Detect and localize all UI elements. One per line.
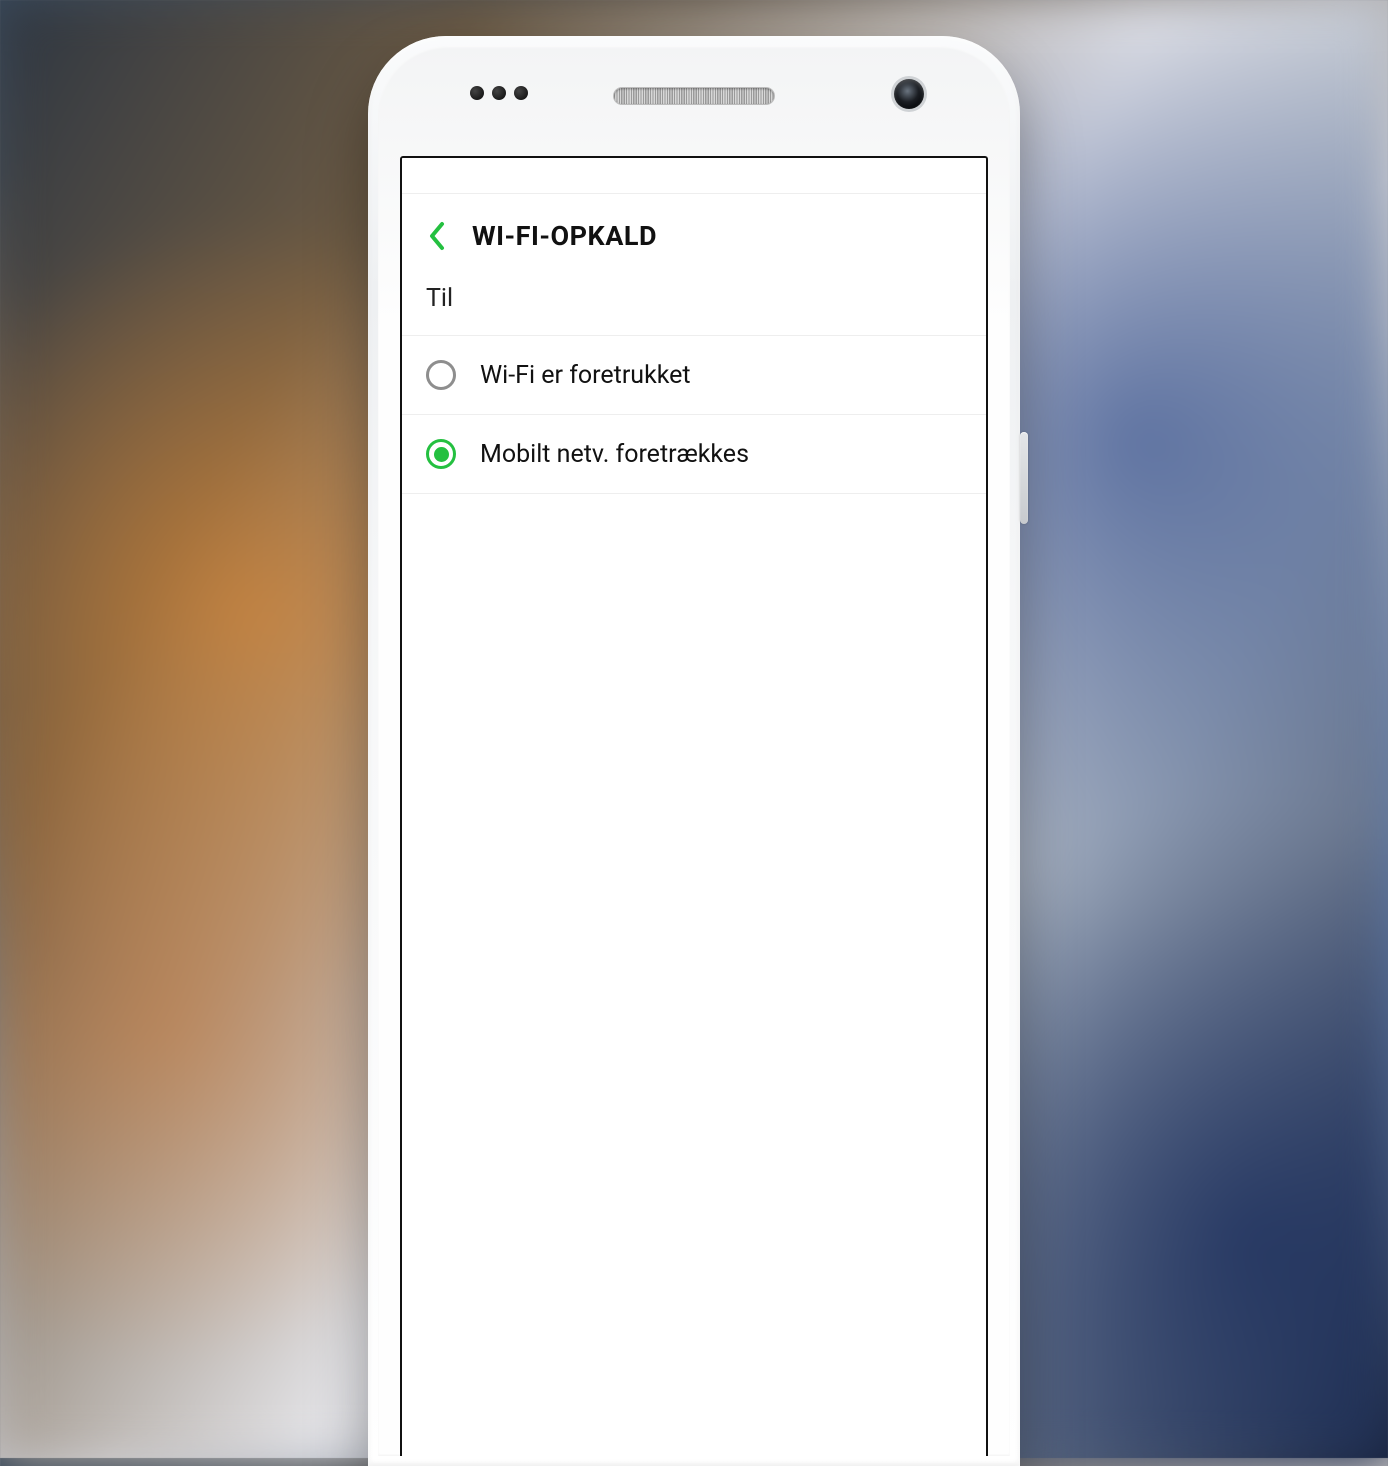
preference-radio-group: Wi-Fi er foretrukket Mobilt netv. foretr… <box>402 336 986 494</box>
radio-icon <box>426 439 456 469</box>
option-label: Wi-Fi er foretrukket <box>480 361 691 390</box>
power-button <box>1020 432 1028 524</box>
option-wifi-preferred[interactable]: Wi-Fi er foretrukket <box>402 336 986 415</box>
phone-screen: WI-FI-OPKALD Til Wi-Fi er foretrukket Mo… <box>400 156 988 1456</box>
wifi-calling-status[interactable]: Til <box>402 280 986 336</box>
status-bar <box>402 158 986 194</box>
option-label: Mobilt netv. foretrækkes <box>480 440 749 469</box>
radio-icon <box>426 360 456 390</box>
chevron-left-icon <box>428 221 446 251</box>
phone-inner: WI-FI-OPKALD Til Wi-Fi er foretrukket Mo… <box>378 46 1010 1456</box>
front-camera <box>894 79 924 109</box>
earpiece-speaker <box>614 88 774 104</box>
page-title: WI-FI-OPKALD <box>472 220 657 252</box>
app-bar: WI-FI-OPKALD <box>402 194 986 280</box>
proximity-sensor-dots <box>470 86 528 100</box>
sensor-row <box>378 84 1010 108</box>
phone-frame: WI-FI-OPKALD Til Wi-Fi er foretrukket Mo… <box>368 36 1020 1466</box>
back-button[interactable] <box>424 218 450 254</box>
option-mobile-preferred[interactable]: Mobilt netv. foretrækkes <box>402 415 986 494</box>
